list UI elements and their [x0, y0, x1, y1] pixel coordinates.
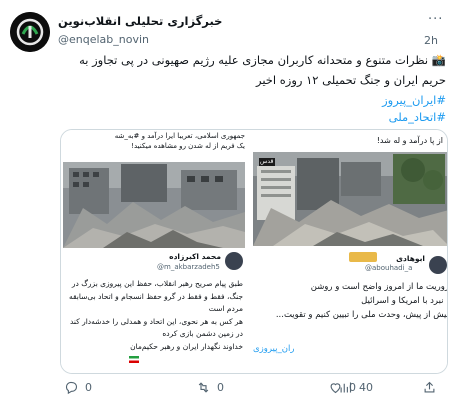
tweet-text: 📸 نظرات متنوع و متحدانه کاربران مجازی عل… [79, 53, 446, 87]
reply-button[interactable]: 0 [64, 376, 92, 398]
quote-text-right: روریت ما از امروز واضح است و روشن ، نبرد… [275, 282, 448, 320]
quote-name-right[interactable]: ابوهادی [396, 254, 425, 263]
logo-icon [10, 12, 50, 52]
account-handle[interactable]: @enqelab_novin [58, 33, 149, 46]
media-image-right[interactable]: از پا درآمد و له شد! قدس ابوهادی @abouha… [253, 130, 448, 373]
media-image-left[interactable]: جمهوری اسلامی، تعریبا ایرا درآمد و #به_ش… [61, 130, 251, 373]
tweet-time[interactable]: 2h [424, 34, 438, 47]
emoji-badge-icon [349, 252, 377, 262]
views-count: 40 [359, 380, 373, 394]
media-grid[interactable]: جمهوری اسلامی، تعریبا ایرا درآمد و #به_ش… [60, 129, 448, 374]
views-chart-icon [340, 382, 352, 392]
left-caption-top: جمهوری اسلامی، تعریبا ایرا درآمد و #به_ش… [114, 132, 245, 140]
flag-icon [129, 349, 139, 368]
reply-icon [65, 381, 78, 394]
quote-handle-right[interactable]: @abouhadi_a [365, 264, 412, 272]
action-bar: 0 0 0 40 [60, 376, 448, 398]
quote-avatar-left[interactable] [225, 252, 243, 270]
hashtag-national-unity[interactable]: #اتحاد_ملی [389, 110, 446, 124]
retweet-count: 0 [217, 380, 224, 394]
share-button[interactable] [422, 376, 437, 398]
account-avatar[interactable] [10, 12, 50, 52]
hashtag-iran-victory[interactable]: #ایران_پیروز [382, 93, 446, 107]
left-caption-line2: یک فریم از له شدن رو مشاهده میکنید! [131, 142, 245, 150]
quote-avatar-right[interactable] [429, 256, 447, 274]
views-button[interactable]: 40 [338, 376, 373, 398]
more-options-icon[interactable]: ··· [428, 12, 443, 27]
quote-handle-left[interactable]: @m_akbarzadeh5 [157, 263, 220, 271]
reply-count: 0 [85, 380, 92, 394]
news-badge: قدس [260, 158, 274, 165]
quote-name-left[interactable]: محمد اکبرزاده [169, 252, 221, 261]
quote-text-left: طبق پیام صریح رهبر انقلاب، حفظ این پیروز… [68, 279, 243, 351]
share-icon [424, 381, 435, 392]
account-name[interactable]: خبرگزاری تحلیلی انقلاب‌نوین [58, 14, 222, 28]
rubble-photo-left [63, 162, 245, 248]
retweet-button[interactable]: 0 [196, 376, 224, 398]
right-card-tag[interactable]: ران_پیروزی [253, 344, 294, 354]
retweet-icon [198, 381, 209, 393]
right-caption-top: از پا درآمد و له شد! [376, 136, 443, 145]
rubble-photo-right: قدس [253, 152, 447, 246]
